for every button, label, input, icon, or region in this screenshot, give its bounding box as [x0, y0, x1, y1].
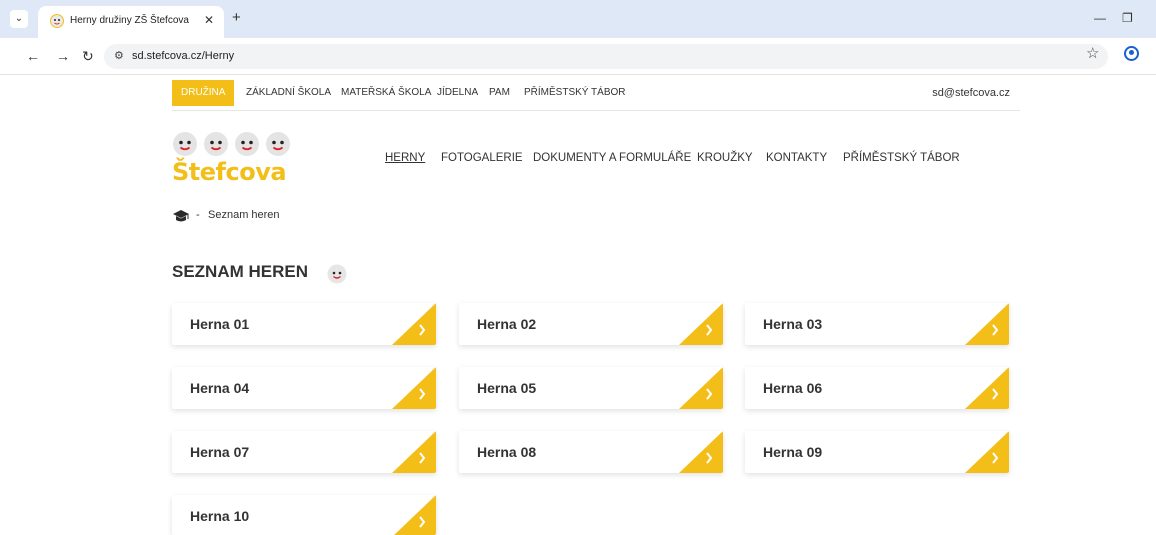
nav-link-krouzky[interactable]: KROUŽKY [697, 152, 753, 164]
chevron-right-icon [679, 303, 723, 345]
tab-title: Herny družiny ZŠ Štefcova [70, 15, 189, 26]
top-link-zakladni-skola[interactable]: ZÁKLADNÍ ŠKOLA [246, 80, 331, 106]
back-icon[interactable]: ← [26, 47, 40, 65]
chevron-right-icon [679, 431, 723, 473]
nav-link-herny[interactable]: HERNY [385, 152, 425, 164]
chevron-right-icon [392, 303, 436, 345]
herna-card[interactable]: Herna 10 [172, 495, 436, 535]
browser-toolbar: ← → ↻ ⚙ sd.stefcova.cz/Herny ☆ [0, 38, 1156, 75]
herna-card-label: Herna 08 [477, 444, 537, 460]
herna-card[interactable]: Herna 01 [172, 303, 436, 345]
herna-card-label: Herna 05 [477, 380, 537, 396]
herna-card-label: Herna 07 [190, 444, 250, 460]
herna-card-label: Herna 04 [190, 380, 250, 396]
nav-link-kontakty[interactable]: KONTAKTY [766, 152, 827, 164]
herna-card[interactable]: Herna 03 [745, 303, 1009, 345]
chevron-right-icon [394, 495, 436, 535]
nav-link-fotogalerie[interactable]: FOTOGALERIE [441, 152, 523, 164]
top-link-materska-skola[interactable]: MATEŘSKÁ ŠKOLA [341, 80, 431, 106]
tab-search-icon[interactable]: ⌄ [10, 10, 28, 28]
page-title: SEZNAM HEREN [172, 262, 309, 281]
chevron-right-icon [679, 367, 723, 409]
nav-link-dokumenty[interactable]: DOKUMENTY A FORMULÁŘE [533, 152, 691, 164]
herna-card-label: Herna 02 [477, 316, 537, 332]
browser-tab[interactable]: Herny družiny ZŠ Štefcova ✕ [38, 6, 224, 38]
contact-email[interactable]: sd@stefcova.cz [932, 87, 1010, 99]
restore-icon[interactable]: ❐ [1122, 11, 1133, 25]
herna-card[interactable]: Herna 09 [745, 431, 1009, 473]
profile-icon[interactable] [1124, 46, 1139, 61]
herna-card-label: Herna 10 [190, 508, 250, 524]
bookmark-star-icon[interactable]: ☆ [1086, 44, 1099, 62]
top-link-jidelna[interactable]: JÍDELNA [437, 80, 478, 106]
herna-card-label: Herna 01 [190, 316, 250, 332]
chevron-right-icon [392, 431, 436, 473]
herna-card[interactable]: Herna 06 [745, 367, 1009, 409]
herna-card[interactable]: Herna 07 [172, 431, 436, 473]
top-link-druzina[interactable]: DRUŽINA [172, 80, 235, 106]
forward-icon[interactable]: → [56, 47, 70, 65]
herna-card[interactable]: Herna 02 [459, 303, 723, 345]
smiley-favicon-icon [50, 14, 64, 28]
minimize-icon[interactable]: — [1094, 11, 1106, 25]
graduation-cap-icon[interactable] [172, 209, 190, 223]
top-link-pam[interactable]: PAM [489, 80, 510, 106]
chevron-right-icon [392, 367, 436, 409]
chevron-right-icon [965, 303, 1009, 345]
breadcrumb-current: Seznam heren [208, 209, 280, 221]
logo-faces-icon [173, 132, 290, 156]
top-link-primestsky-tabor[interactable]: PŘÍMĚSTSKÝ TÁBOR [524, 80, 626, 106]
new-tab-icon[interactable]: + [232, 9, 241, 27]
logo-text: Štefcova [172, 158, 287, 186]
reload-icon[interactable]: ↻ [82, 47, 94, 65]
herna-card-label: Herna 09 [763, 444, 823, 460]
herna-card[interactable]: Herna 05 [459, 367, 723, 409]
chevron-right-icon [965, 431, 1009, 473]
browser-tabstrip: ⌄ Herny družiny ZŠ Štefcova ✕ + — ❐ [0, 0, 1156, 38]
smiley-face-icon [327, 264, 347, 284]
herna-card-label: Herna 03 [763, 316, 823, 332]
herna-card[interactable]: Herna 04 [172, 367, 436, 409]
chevron-right-icon [965, 367, 1009, 409]
herna-card[interactable]: Herna 08 [459, 431, 723, 473]
close-tab-icon[interactable]: ✕ [204, 13, 214, 27]
site-info-icon[interactable]: ⚙ [114, 49, 124, 62]
url-text[interactable]: sd.stefcova.cz/Herny [132, 50, 234, 62]
herna-card-label: Herna 06 [763, 380, 823, 396]
top-navigation: DRUŽINA ZÁKLADNÍ ŠKOLA MATEŘSKÁ ŠKOLA JÍ… [172, 80, 1020, 111]
breadcrumb-separator: - [196, 209, 200, 221]
site-logo[interactable]: Štefcova [172, 131, 302, 189]
nav-link-primestsky-tabor[interactable]: PŘÍMĚSTSKÝ TÁBOR [843, 152, 960, 164]
address-bar[interactable]: ⚙ sd.stefcova.cz/Herny [104, 44, 1108, 69]
